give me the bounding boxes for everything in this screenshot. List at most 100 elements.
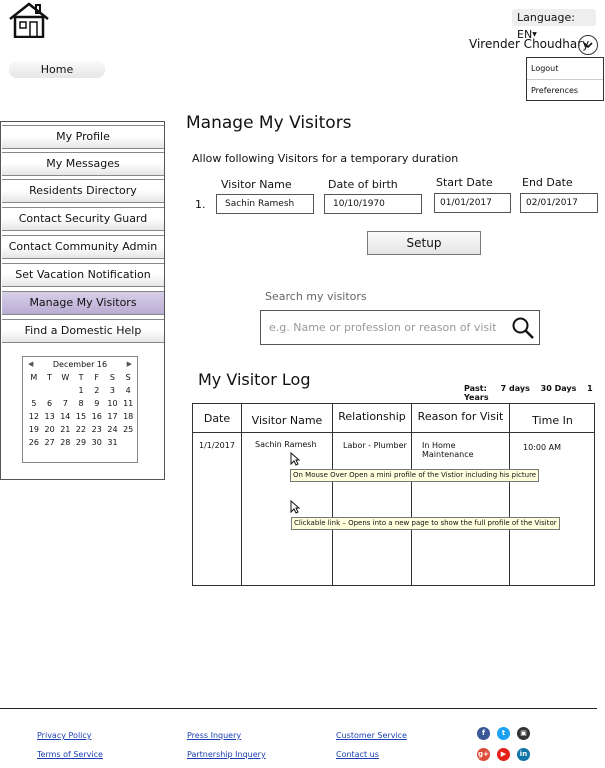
calendar-day[interactable]: 26 bbox=[26, 438, 42, 447]
visitor-log-title: My Visitor Log bbox=[198, 370, 311, 389]
preferences-menu-item[interactable]: Preferences bbox=[527, 79, 603, 100]
calendar-day[interactable]: 13 bbox=[42, 412, 58, 421]
calendar-day[interactable]: 30 bbox=[89, 438, 105, 447]
home-logo-icon[interactable] bbox=[8, 2, 50, 38]
calendar-widget: ◀ December 16 ▶ M T W T F S S 1234567891… bbox=[22, 356, 138, 463]
calendar-day[interactable]: 8 bbox=[73, 399, 89, 408]
calendar-weekday: T bbox=[47, 373, 53, 382]
calendar-day[interactable]: 17 bbox=[105, 412, 121, 421]
calendar-day[interactable]: 12 bbox=[26, 412, 42, 421]
dob-field[interactable]: 10/10/1970 bbox=[324, 194, 422, 214]
calendar-week-row: 5 6 7 8 9 10 11 bbox=[26, 399, 136, 408]
cell-date: 1/1/2017 bbox=[199, 441, 235, 450]
calendar-day[interactable]: 28 bbox=[57, 438, 73, 447]
mouse-cursor-icon bbox=[290, 500, 300, 514]
press-inquery-link[interactable]: Press Inquery bbox=[187, 731, 241, 740]
calendar-week-row: 19 20 21 22 23 24 25 bbox=[26, 425, 136, 434]
calendar-weekday-row: M T W T F S S bbox=[26, 373, 136, 382]
past-label: Past: bbox=[464, 384, 487, 393]
calendar-day[interactable]: 24 bbox=[105, 425, 121, 434]
visitor-name-label: Visitor Name bbox=[221, 178, 292, 191]
calendar-day[interactable]: 10 bbox=[105, 399, 121, 408]
user-menu-toggle[interactable] bbox=[578, 35, 598, 55]
past-7-days-link[interactable]: 7 days bbox=[501, 384, 530, 393]
table-column: Relationship Labor - Plumber bbox=[333, 404, 412, 585]
customer-service-link[interactable]: Customer Service bbox=[336, 731, 407, 740]
end-date-field[interactable]: 02/01/2017 bbox=[520, 193, 598, 213]
sidebar-item-find-domestic-help[interactable]: Find a Domestic Help bbox=[2, 319, 164, 343]
cell-visitor-name-link[interactable]: Sachin Ramesh bbox=[255, 440, 317, 449]
calendar-weekday: T bbox=[78, 373, 84, 382]
calendar-day[interactable]: 3 bbox=[105, 386, 121, 395]
home-button[interactable]: Home bbox=[9, 61, 105, 78]
privacy-policy-link[interactable]: Privacy Policy bbox=[37, 731, 92, 740]
column-header-time-in: Time In bbox=[510, 404, 595, 433]
sidebar-item-residents-directory[interactable]: Residents Directory bbox=[2, 179, 164, 203]
calendar-day[interactable]: 19 bbox=[26, 425, 42, 434]
google-plus-icon[interactable]: g+ bbox=[477, 748, 490, 761]
calendar-day[interactable]: 20 bbox=[42, 425, 58, 434]
calendar-day[interactable]: 21 bbox=[57, 425, 73, 434]
calendar-weekday: W bbox=[61, 373, 70, 382]
language-selector[interactable]: Language: EN▼ bbox=[512, 9, 596, 41]
partnership-inquery-link[interactable]: Partnership Inquery bbox=[187, 750, 266, 759]
dob-label: Date of birth bbox=[328, 178, 398, 191]
calendar-day[interactable]: 16 bbox=[89, 412, 105, 421]
sidebar-item-manage-my-visitors[interactable]: Manage My Visitors bbox=[2, 291, 164, 315]
calendar-day[interactable]: 18 bbox=[120, 412, 136, 421]
calendar-day[interactable]: 2 bbox=[89, 386, 105, 395]
search-input[interactable]: e.g. Name or profession or reason of vis… bbox=[260, 310, 540, 345]
end-date-label: End Date bbox=[522, 176, 573, 189]
search-icon[interactable] bbox=[511, 316, 535, 340]
start-date-field[interactable]: 01/01/2017 bbox=[434, 193, 511, 213]
sidebar-item-my-messages[interactable]: My Messages bbox=[2, 152, 164, 176]
sidebar-item-set-vacation-notification[interactable]: Set Vacation Notification bbox=[2, 263, 164, 287]
calendar-day[interactable]: 7 bbox=[57, 399, 73, 408]
facebook-icon[interactable]: f bbox=[477, 727, 490, 740]
youtube-icon[interactable]: ▶ bbox=[497, 748, 510, 761]
calendar-day[interactable]: 11 bbox=[120, 399, 136, 408]
table-column: Reason for Visit In Home Maintenance bbox=[412, 404, 510, 585]
calendar-day[interactable]: 29 bbox=[73, 438, 89, 447]
logout-menu-item[interactable]: Logout bbox=[527, 58, 603, 79]
calendar-day[interactable]: 14 bbox=[57, 412, 73, 421]
twitter-icon[interactable]: t bbox=[497, 727, 510, 740]
calendar-day[interactable]: 27 bbox=[42, 438, 58, 447]
search-label: Search my visitors bbox=[265, 290, 367, 303]
chevron-down-icon bbox=[583, 42, 593, 49]
calendar-day[interactable]: 25 bbox=[120, 425, 136, 434]
cell-reason: In Home Maintenance bbox=[422, 441, 474, 459]
sidebar-item-my-profile[interactable]: My Profile bbox=[2, 125, 164, 149]
setup-button[interactable]: Setup bbox=[367, 231, 481, 255]
visitor-name-field[interactable]: Sachin Ramesh bbox=[216, 194, 314, 214]
past-30-days-link[interactable]: 30 Days bbox=[541, 384, 577, 393]
page-title: Manage My Visitors bbox=[186, 113, 352, 133]
calendar-day[interactable]: 15 bbox=[73, 412, 89, 421]
table-column: Visitor Name Sachin Ramesh bbox=[242, 404, 333, 585]
sidebar-item-contact-community-admin[interactable]: Contact Community Admin bbox=[2, 235, 164, 259]
mouse-cursor-icon bbox=[290, 452, 300, 466]
linkedin-icon[interactable]: in bbox=[517, 748, 530, 761]
calendar-week-row: 26 27 28 29 30 31 bbox=[26, 438, 136, 447]
calendar-day[interactable]: 5 bbox=[26, 399, 42, 408]
past-filter: Past: 7 days 30 Days 1 Years bbox=[464, 384, 605, 402]
calendar-weekday: S bbox=[125, 373, 131, 382]
sidebar-item-contact-security-guard[interactable]: Contact Security Guard bbox=[2, 207, 164, 231]
calendar-day bbox=[120, 438, 136, 447]
calendar-day[interactable]: 23 bbox=[89, 425, 105, 434]
calendar-day[interactable]: 1 bbox=[73, 386, 89, 395]
instagram-icon[interactable]: ▣ bbox=[517, 727, 530, 740]
column-header-reason: Reason for Visit bbox=[412, 404, 509, 433]
calendar-day[interactable]: 4 bbox=[120, 386, 136, 395]
row-number: 1. bbox=[195, 198, 206, 211]
column-header-visitor-name: Visitor Name bbox=[242, 404, 332, 433]
terms-of-service-link[interactable]: Terms of Service bbox=[37, 750, 103, 759]
calendar-day[interactable]: 31 bbox=[105, 438, 121, 447]
calendar-next-icon[interactable]: ▶ bbox=[127, 360, 132, 368]
calendar-day[interactable]: 6 bbox=[42, 399, 58, 408]
user-name: Virender Choudhary bbox=[469, 37, 590, 51]
table-column: Time In 10:00 AM bbox=[510, 404, 595, 585]
calendar-day[interactable]: 9 bbox=[89, 399, 105, 408]
calendar-day[interactable]: 22 bbox=[73, 425, 89, 434]
contact-us-link[interactable]: Contact us bbox=[336, 750, 379, 759]
